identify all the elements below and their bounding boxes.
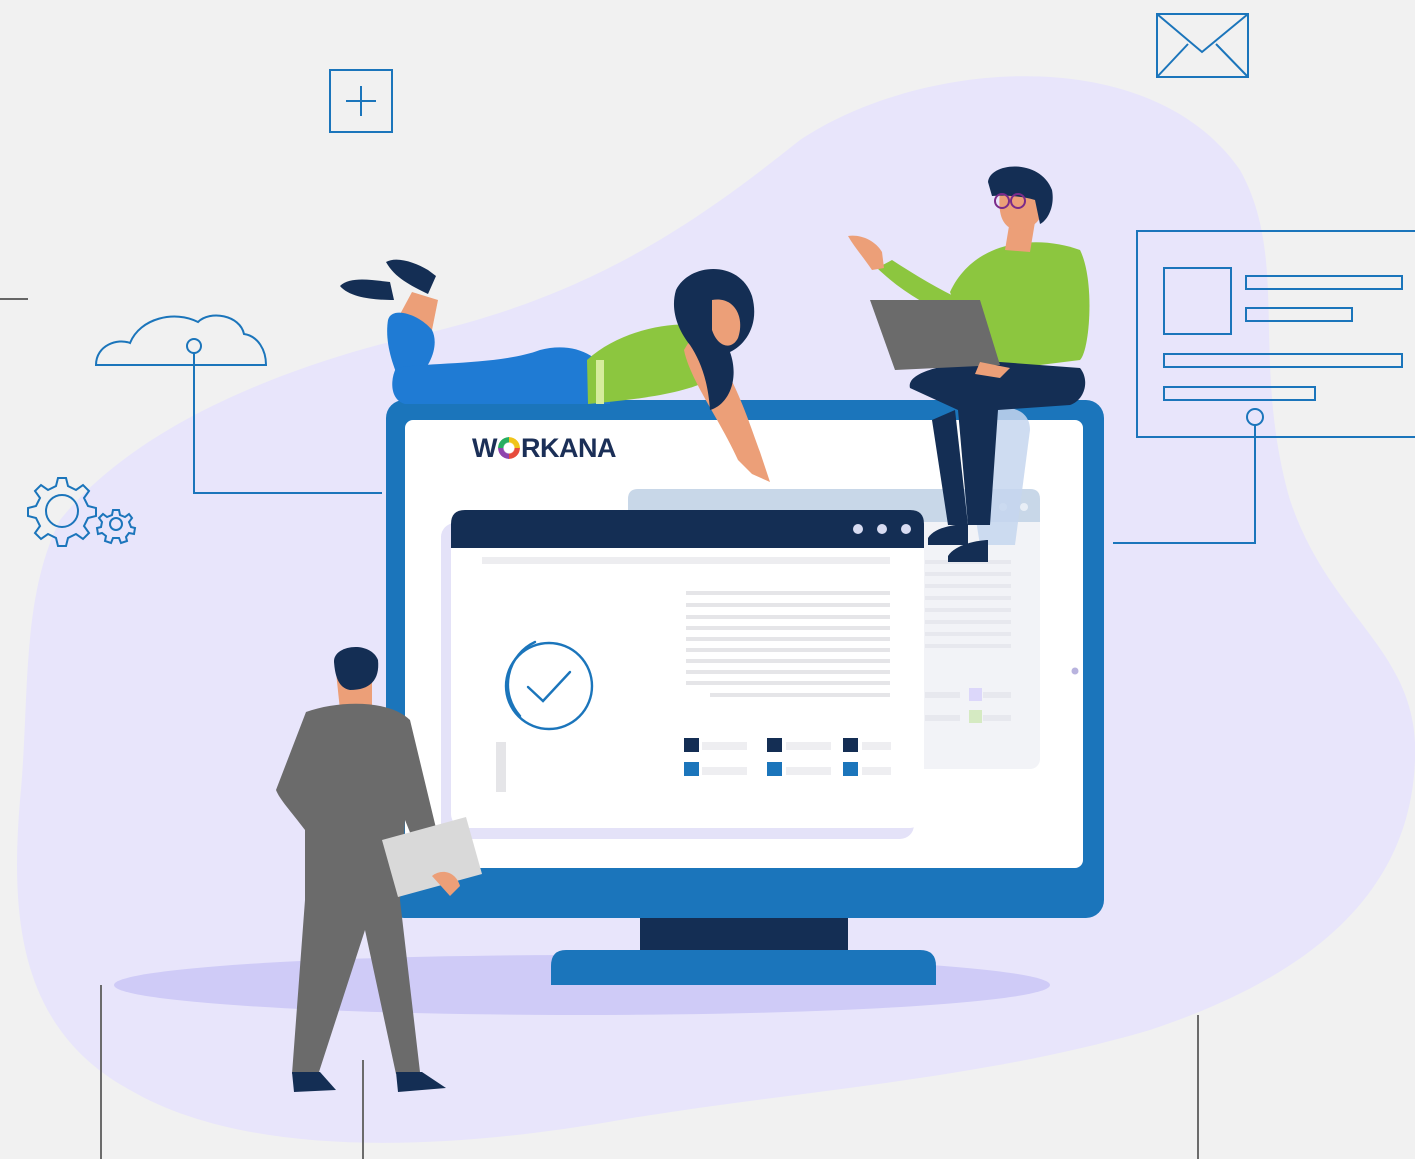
monitor-sensor	[1071, 667, 1079, 675]
brand-logo-ring-icon	[497, 437, 520, 459]
envelope-icon	[1156, 13, 1249, 78]
monitor-neck	[640, 912, 848, 954]
monitor-base	[551, 950, 936, 985]
address-bar	[482, 557, 890, 564]
brand-logo: W RKANA	[472, 432, 616, 464]
plus-square-icon	[329, 69, 393, 133]
window-dot[interactable]	[901, 524, 911, 534]
app-window	[441, 510, 924, 839]
illustration-scene	[0, 13, 1415, 1159]
brand-logo-text-end: RKANA	[520, 433, 617, 463]
brand-logo-text-start: W	[472, 433, 497, 463]
window-dot[interactable]	[853, 524, 863, 534]
window-dot[interactable]	[877, 524, 887, 534]
